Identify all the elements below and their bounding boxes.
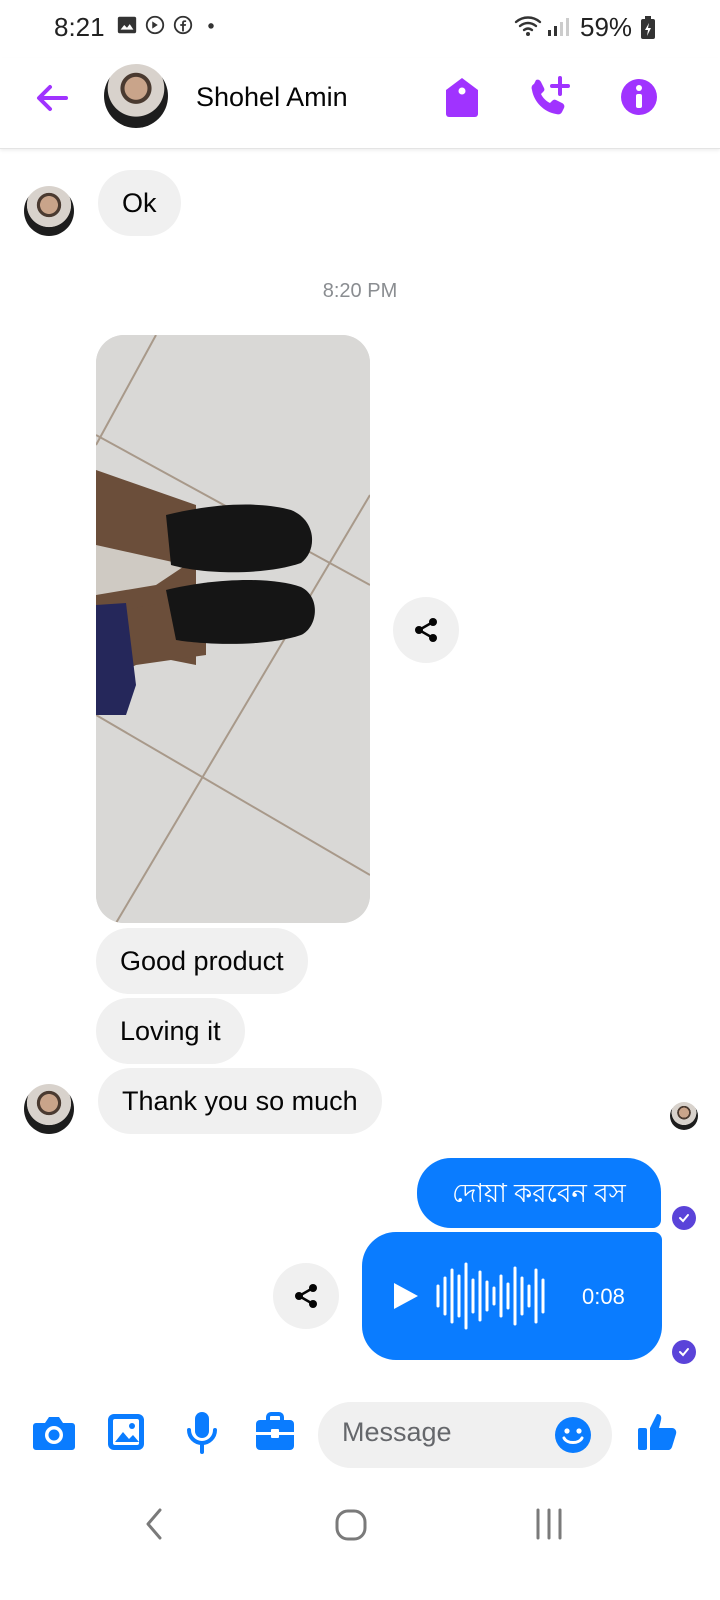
outgoing-message[interactable]: দোয়া করবেন বস <box>417 1158 661 1228</box>
microphone-icon[interactable] <box>186 1410 218 1461</box>
status-time: 8:21 <box>54 12 105 42</box>
facebook-notification-icon <box>173 15 193 35</box>
read-receipt-icon <box>672 1340 696 1364</box>
sender-avatar[interactable] <box>24 1084 74 1134</box>
gallery-notification-icon <box>117 16 137 34</box>
notification-icons <box>116 14 222 36</box>
photo-message[interactable] <box>96 335 370 923</box>
camera-icon[interactable] <box>32 1414 76 1457</box>
shoes-photo <box>96 335 370 923</box>
add-call-icon[interactable] <box>528 74 574 125</box>
message-input[interactable] <box>340 1416 544 1449</box>
message-input-container[interactable] <box>318 1402 612 1468</box>
play-icon[interactable] <box>390 1280 422 1312</box>
share-icon <box>415 618 437 642</box>
incoming-message[interactable]: Ok <box>98 170 181 236</box>
briefcase-icon[interactable] <box>254 1412 296 1457</box>
voice-message[interactable]: 0:08 <box>362 1232 662 1360</box>
whatsapp-notification-icon <box>145 15 165 35</box>
emoji-icon[interactable] <box>554 1416 592 1454</box>
contact-name[interactable]: Shohel Amin <box>196 82 348 113</box>
dot-icon <box>208 23 214 29</box>
tag-icon[interactable] <box>444 76 480 123</box>
incoming-message[interactable]: Good product <box>96 928 308 994</box>
read-receipt-icon <box>672 1206 696 1230</box>
incoming-message[interactable]: Loving it <box>96 998 245 1064</box>
nav-home-icon[interactable] <box>334 1508 368 1547</box>
share-button[interactable] <box>393 597 459 663</box>
audio-duration: 0:08 <box>582 1284 625 1309</box>
incoming-message[interactable]: Thank you so much <box>98 1068 382 1134</box>
thumbs-up-icon[interactable] <box>636 1410 680 1459</box>
sender-avatar[interactable] <box>24 186 74 236</box>
gallery-icon[interactable] <box>106 1412 146 1457</box>
share-icon <box>295 1284 317 1308</box>
info-icon[interactable] <box>620 78 658 121</box>
signal-icon <box>546 16 572 43</box>
nav-back-icon[interactable] <box>142 1506 166 1547</box>
seen-avatar <box>670 1102 698 1130</box>
contact-avatar[interactable] <box>104 64 168 128</box>
battery-percent: 59% <box>580 12 633 42</box>
back-arrow-icon[interactable] <box>30 76 74 120</box>
wifi-icon <box>514 14 542 43</box>
share-button[interactable] <box>273 1263 339 1329</box>
nav-recents-icon[interactable] <box>534 1508 564 1545</box>
audio-waveform <box>436 1262 545 1330</box>
message-timestamp: 8:20 PM <box>322 280 398 302</box>
battery-icon <box>640 16 656 45</box>
